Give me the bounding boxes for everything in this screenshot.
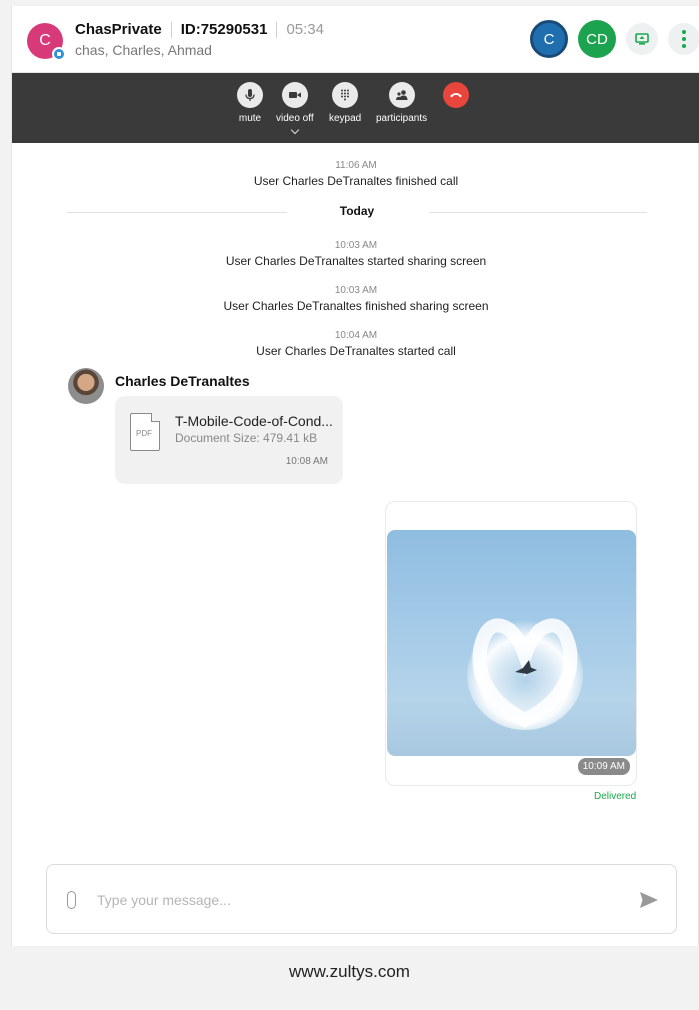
hang-up-button[interactable] — [443, 82, 469, 108]
kebab-menu-icon — [682, 30, 686, 48]
sender-name: Charles DeTranaltes — [115, 373, 250, 389]
room-avatar-letter: C — [39, 32, 51, 49]
keypad-label: keypad — [329, 113, 362, 124]
mute-button[interactable]: mute — [237, 82, 263, 124]
pdf-file-icon: PDF — [130, 413, 160, 451]
system-message-text: User Charles DeTranaltes started call — [256, 344, 456, 358]
day-divider-label: Today — [339, 204, 375, 218]
title-separator — [276, 21, 278, 38]
system-message-text: User Charles DeTranaltes finished call — [253, 174, 459, 188]
image-timestamp: 10:09 AM — [577, 758, 630, 775]
system-message: 10:03 AM User Charles DeTranaltes starte… — [12, 240, 699, 268]
shared-image[interactable] — [387, 530, 636, 756]
lock-badge-icon — [52, 47, 66, 61]
member-list[interactable]: chas, Charles, Ahmad — [75, 42, 212, 58]
video-camera-icon — [288, 92, 301, 98]
divider-line-right — [429, 212, 647, 213]
chevron-down-icon[interactable] — [290, 125, 300, 135]
system-message: 11:06 AM User Charles DeTranaltes finish… — [12, 160, 699, 188]
room-id: ID:75290531 — [180, 21, 268, 38]
participants-label: participants — [376, 113, 428, 124]
message-time: 10:08 AM — [285, 456, 328, 467]
more-options-button[interactable] — [668, 23, 699, 55]
participants-button[interactable]: participants — [376, 82, 427, 124]
title-separator — [170, 21, 172, 38]
pdf-type-label: PDF — [136, 429, 152, 438]
keypad-icon — [341, 89, 350, 101]
delivery-status: Delivered — [594, 791, 637, 802]
system-message: 10:03 AM User Charles DeTranaltes finish… — [12, 285, 699, 313]
video-off-label: video off — [276, 113, 314, 124]
call-control-bar: mute video off keypad participants — [12, 73, 699, 143]
call-timer: 05:34 — [286, 21, 324, 38]
attach-icon[interactable] — [67, 891, 76, 909]
screen-share-icon — [635, 33, 649, 45]
send-icon[interactable] — [638, 889, 660, 911]
title-row: ChasPrivate ID:75290531 05:34 — [75, 21, 324, 38]
screen-share-button[interactable] — [626, 23, 658, 55]
mute-label: mute — [238, 113, 262, 124]
participant-avatar-c[interactable]: C — [530, 20, 568, 58]
chat-header: C ChasPrivate ID:75290531 05:34 chas, Ch… — [12, 6, 699, 73]
system-message-time: 10:04 AM — [334, 330, 378, 341]
video-off-button[interactable]: video off — [276, 82, 314, 135]
message-composer — [46, 864, 677, 934]
hang-up-icon — [450, 93, 462, 98]
system-message-time: 10:03 AM — [334, 240, 378, 251]
file-attachment[interactable]: PDF T-Mobile-Code-of-Cond... Document Si… — [115, 396, 343, 484]
header-actions: C CD — [520, 20, 699, 58]
file-size: Document Size: 479.41 kB — [175, 431, 318, 445]
system-message-text: User Charles DeTranaltes started sharing… — [225, 254, 487, 268]
room-avatar[interactable]: C — [27, 23, 66, 61]
cloud-heart-image — [467, 618, 583, 730]
system-message-time: 11:06 AM — [335, 160, 377, 171]
participants-icon — [395, 90, 408, 100]
day-divider: Today — [67, 204, 647, 220]
system-message-time: 10:03 AM — [334, 285, 378, 296]
system-message: 10:04 AM User Charles DeTranaltes starte… — [12, 330, 699, 358]
keypad-button[interactable]: keypad — [329, 82, 361, 124]
system-message-text: User Charles DeTranaltes finished sharin… — [223, 299, 489, 313]
file-name[interactable]: T-Mobile-Code-of-Cond... — [175, 413, 333, 429]
microphone-icon — [245, 89, 255, 101]
chat-window: C ChasPrivate ID:75290531 05:34 chas, Ch… — [11, 6, 699, 946]
participant-avatar-cd[interactable]: CD — [578, 20, 616, 58]
footer-url[interactable]: www.zultys.com — [0, 962, 699, 982]
room-name: ChasPrivate — [75, 21, 162, 38]
image-message: 10:09 AM — [385, 501, 637, 786]
message-input[interactable] — [97, 889, 597, 911]
sender-avatar[interactable] — [68, 368, 104, 404]
